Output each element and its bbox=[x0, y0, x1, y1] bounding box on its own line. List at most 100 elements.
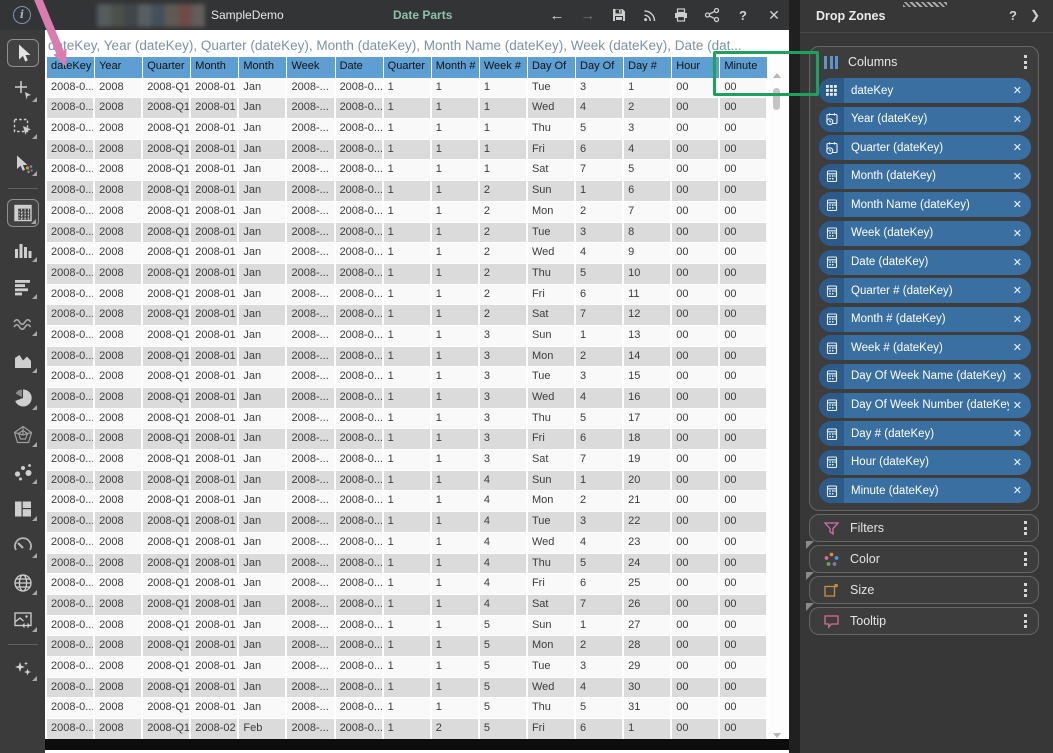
column-pill[interactable]: Date (dateKey)✕ bbox=[819, 250, 1031, 275]
radar-chart-viz[interactable] bbox=[7, 421, 39, 449]
remove-pill-icon[interactable]: ✕ bbox=[1013, 370, 1022, 383]
help-icon[interactable]: ? bbox=[734, 6, 752, 24]
tooltip-drop-zone[interactable]: Tooltip bbox=[809, 607, 1039, 635]
column-header[interactable]: Quarter bbox=[384, 57, 432, 78]
rss-icon[interactable] bbox=[641, 6, 659, 24]
scroll-up-icon[interactable] bbox=[773, 73, 781, 78]
column-pill[interactable]: Minute (dateKey)✕ bbox=[819, 478, 1031, 503]
scroll-down-icon[interactable] bbox=[773, 733, 781, 738]
remove-pill-icon[interactable]: ✕ bbox=[1013, 427, 1022, 440]
remove-pill-icon[interactable]: ✕ bbox=[1013, 84, 1022, 97]
remove-pill-icon[interactable]: ✕ bbox=[1013, 284, 1022, 297]
column-pill[interactable]: Day Of Week Number (dateKey)✕ bbox=[819, 393, 1031, 418]
remove-pill-icon[interactable]: ✕ bbox=[1013, 399, 1022, 412]
column-header[interactable]: Month bbox=[239, 57, 287, 78]
multi-select-tool[interactable] bbox=[7, 150, 39, 178]
menu-icon[interactable] bbox=[1024, 521, 1027, 535]
column-header[interactable]: Year bbox=[95, 57, 143, 78]
color-drop-zone[interactable]: Color bbox=[809, 545, 1039, 573]
remove-pill-icon[interactable]: ✕ bbox=[1013, 113, 1022, 126]
redacted-tab-strip[interactable] bbox=[97, 4, 205, 27]
panel-grip-handle[interactable] bbox=[903, 2, 947, 7]
menu-icon[interactable] bbox=[1024, 583, 1027, 597]
table-cell: 10 bbox=[624, 264, 672, 285]
area-chart-viz[interactable] bbox=[7, 347, 39, 375]
resize-handle-icon[interactable] bbox=[806, 572, 814, 580]
column-pill[interactable]: Year (dateKey)✕ bbox=[819, 107, 1031, 132]
horizontal-bar-viz[interactable] bbox=[7, 273, 39, 301]
column-header[interactable]: Day # bbox=[624, 57, 672, 78]
gauge-viz[interactable] bbox=[7, 532, 39, 560]
column-pill[interactable]: Quarter # (dateKey)✕ bbox=[819, 278, 1031, 303]
remove-pill-icon[interactable]: ✕ bbox=[1013, 456, 1022, 469]
column-header[interactable]: Week bbox=[287, 57, 335, 78]
column-pill[interactable]: dateKey✕ bbox=[819, 78, 1031, 103]
column-header[interactable]: Day Of bbox=[576, 57, 624, 78]
remove-pill-icon[interactable]: ✕ bbox=[1013, 198, 1022, 211]
column-pill[interactable]: Hour (dateKey)✕ bbox=[819, 450, 1031, 475]
columns-header[interactable]: Columns bbox=[810, 47, 1038, 77]
horizontal-scrollbar[interactable] bbox=[45, 739, 789, 750]
visualization-title[interactable]: dateKey, Year (dateKey), Quarter (dateKe… bbox=[48, 38, 786, 53]
cursor-tool[interactable] bbox=[7, 39, 39, 67]
remove-pill-icon[interactable]: ✕ bbox=[1013, 141, 1022, 154]
column-header[interactable]: Hour bbox=[672, 57, 720, 78]
ai-sparkle-tool[interactable] bbox=[7, 655, 39, 683]
column-pill[interactable]: Day Of Week Name (dateKey) ...✕ bbox=[819, 364, 1031, 389]
marquee-select-tool[interactable] bbox=[7, 113, 39, 141]
column-header[interactable]: Quarter bbox=[143, 57, 191, 78]
panel-collapse-icon[interactable]: ❯ bbox=[1030, 8, 1040, 22]
table-cell: 5 bbox=[480, 719, 528, 740]
resize-handle-icon[interactable] bbox=[806, 603, 814, 611]
column-pill[interactable]: Week (dateKey)✕ bbox=[819, 221, 1031, 246]
size-drop-zone[interactable]: Size bbox=[809, 576, 1039, 604]
treemap-viz[interactable] bbox=[7, 495, 39, 523]
scatter-viz[interactable] bbox=[7, 458, 39, 486]
column-pill[interactable]: Week # (dateKey)✕ bbox=[819, 335, 1031, 360]
menu-icon[interactable] bbox=[1024, 552, 1027, 566]
resize-handle-icon[interactable] bbox=[806, 541, 814, 549]
remove-pill-icon[interactable]: ✕ bbox=[1013, 227, 1022, 240]
table-cell: 00 bbox=[672, 657, 720, 678]
back-icon[interactable]: ← bbox=[548, 6, 566, 24]
menu-icon[interactable] bbox=[1024, 55, 1027, 69]
scrollbar-thumb[interactable] bbox=[773, 88, 780, 110]
page-title[interactable]: Date Parts bbox=[393, 8, 452, 22]
column-header[interactable]: Week # bbox=[480, 57, 528, 78]
vertical-scrollbar[interactable] bbox=[769, 57, 787, 740]
forward-icon[interactable]: → bbox=[579, 6, 597, 24]
remove-pill-icon[interactable]: ✕ bbox=[1013, 341, 1022, 354]
column-header[interactable]: Date bbox=[336, 57, 384, 78]
panel-divider[interactable] bbox=[789, 0, 800, 753]
column-pill[interactable]: Month Name (dateKey)✕ bbox=[819, 192, 1031, 217]
panel-help-icon[interactable]: ? bbox=[1009, 8, 1017, 23]
custom-viz[interactable] bbox=[7, 606, 39, 634]
bar-chart-viz[interactable] bbox=[7, 236, 39, 264]
share-icon[interactable] bbox=[703, 6, 721, 24]
column-pill[interactable]: Day # (dateKey)✕ bbox=[819, 421, 1031, 446]
map-viz[interactable] bbox=[7, 569, 39, 597]
menu-icon[interactable] bbox=[1024, 614, 1027, 628]
remove-pill-icon[interactable]: ✕ bbox=[1013, 484, 1022, 497]
column-header[interactable]: Month # bbox=[432, 57, 480, 78]
column-pill[interactable]: Month # (dateKey)✕ bbox=[819, 307, 1031, 332]
remove-pill-icon[interactable]: ✕ bbox=[1013, 170, 1022, 183]
column-header[interactable]: Minute bbox=[720, 57, 768, 78]
column-header[interactable]: Month bbox=[191, 57, 239, 78]
pie-chart-viz[interactable] bbox=[7, 384, 39, 412]
info-icon[interactable]: i bbox=[13, 6, 31, 24]
close-icon[interactable]: ✕ bbox=[765, 6, 783, 24]
crosshair-tool[interactable] bbox=[7, 76, 39, 104]
column-pill[interactable]: Quarter (dateKey)✕ bbox=[819, 135, 1031, 160]
table-viz[interactable] bbox=[7, 199, 39, 227]
remove-pill-icon[interactable]: ✕ bbox=[1013, 256, 1022, 269]
save-icon[interactable] bbox=[610, 6, 628, 24]
column-pill[interactable]: Month (dateKey)✕ bbox=[819, 164, 1031, 189]
column-header[interactable]: Day Of bbox=[528, 57, 576, 78]
line-chart-viz[interactable] bbox=[7, 310, 39, 338]
print-icon[interactable] bbox=[672, 6, 690, 24]
table-cell: 2008-Q1 bbox=[143, 409, 191, 430]
column-header[interactable]: dateKey bbox=[47, 57, 95, 78]
filters-drop-zone[interactable]: Filters bbox=[809, 514, 1039, 542]
remove-pill-icon[interactable]: ✕ bbox=[1013, 313, 1022, 326]
